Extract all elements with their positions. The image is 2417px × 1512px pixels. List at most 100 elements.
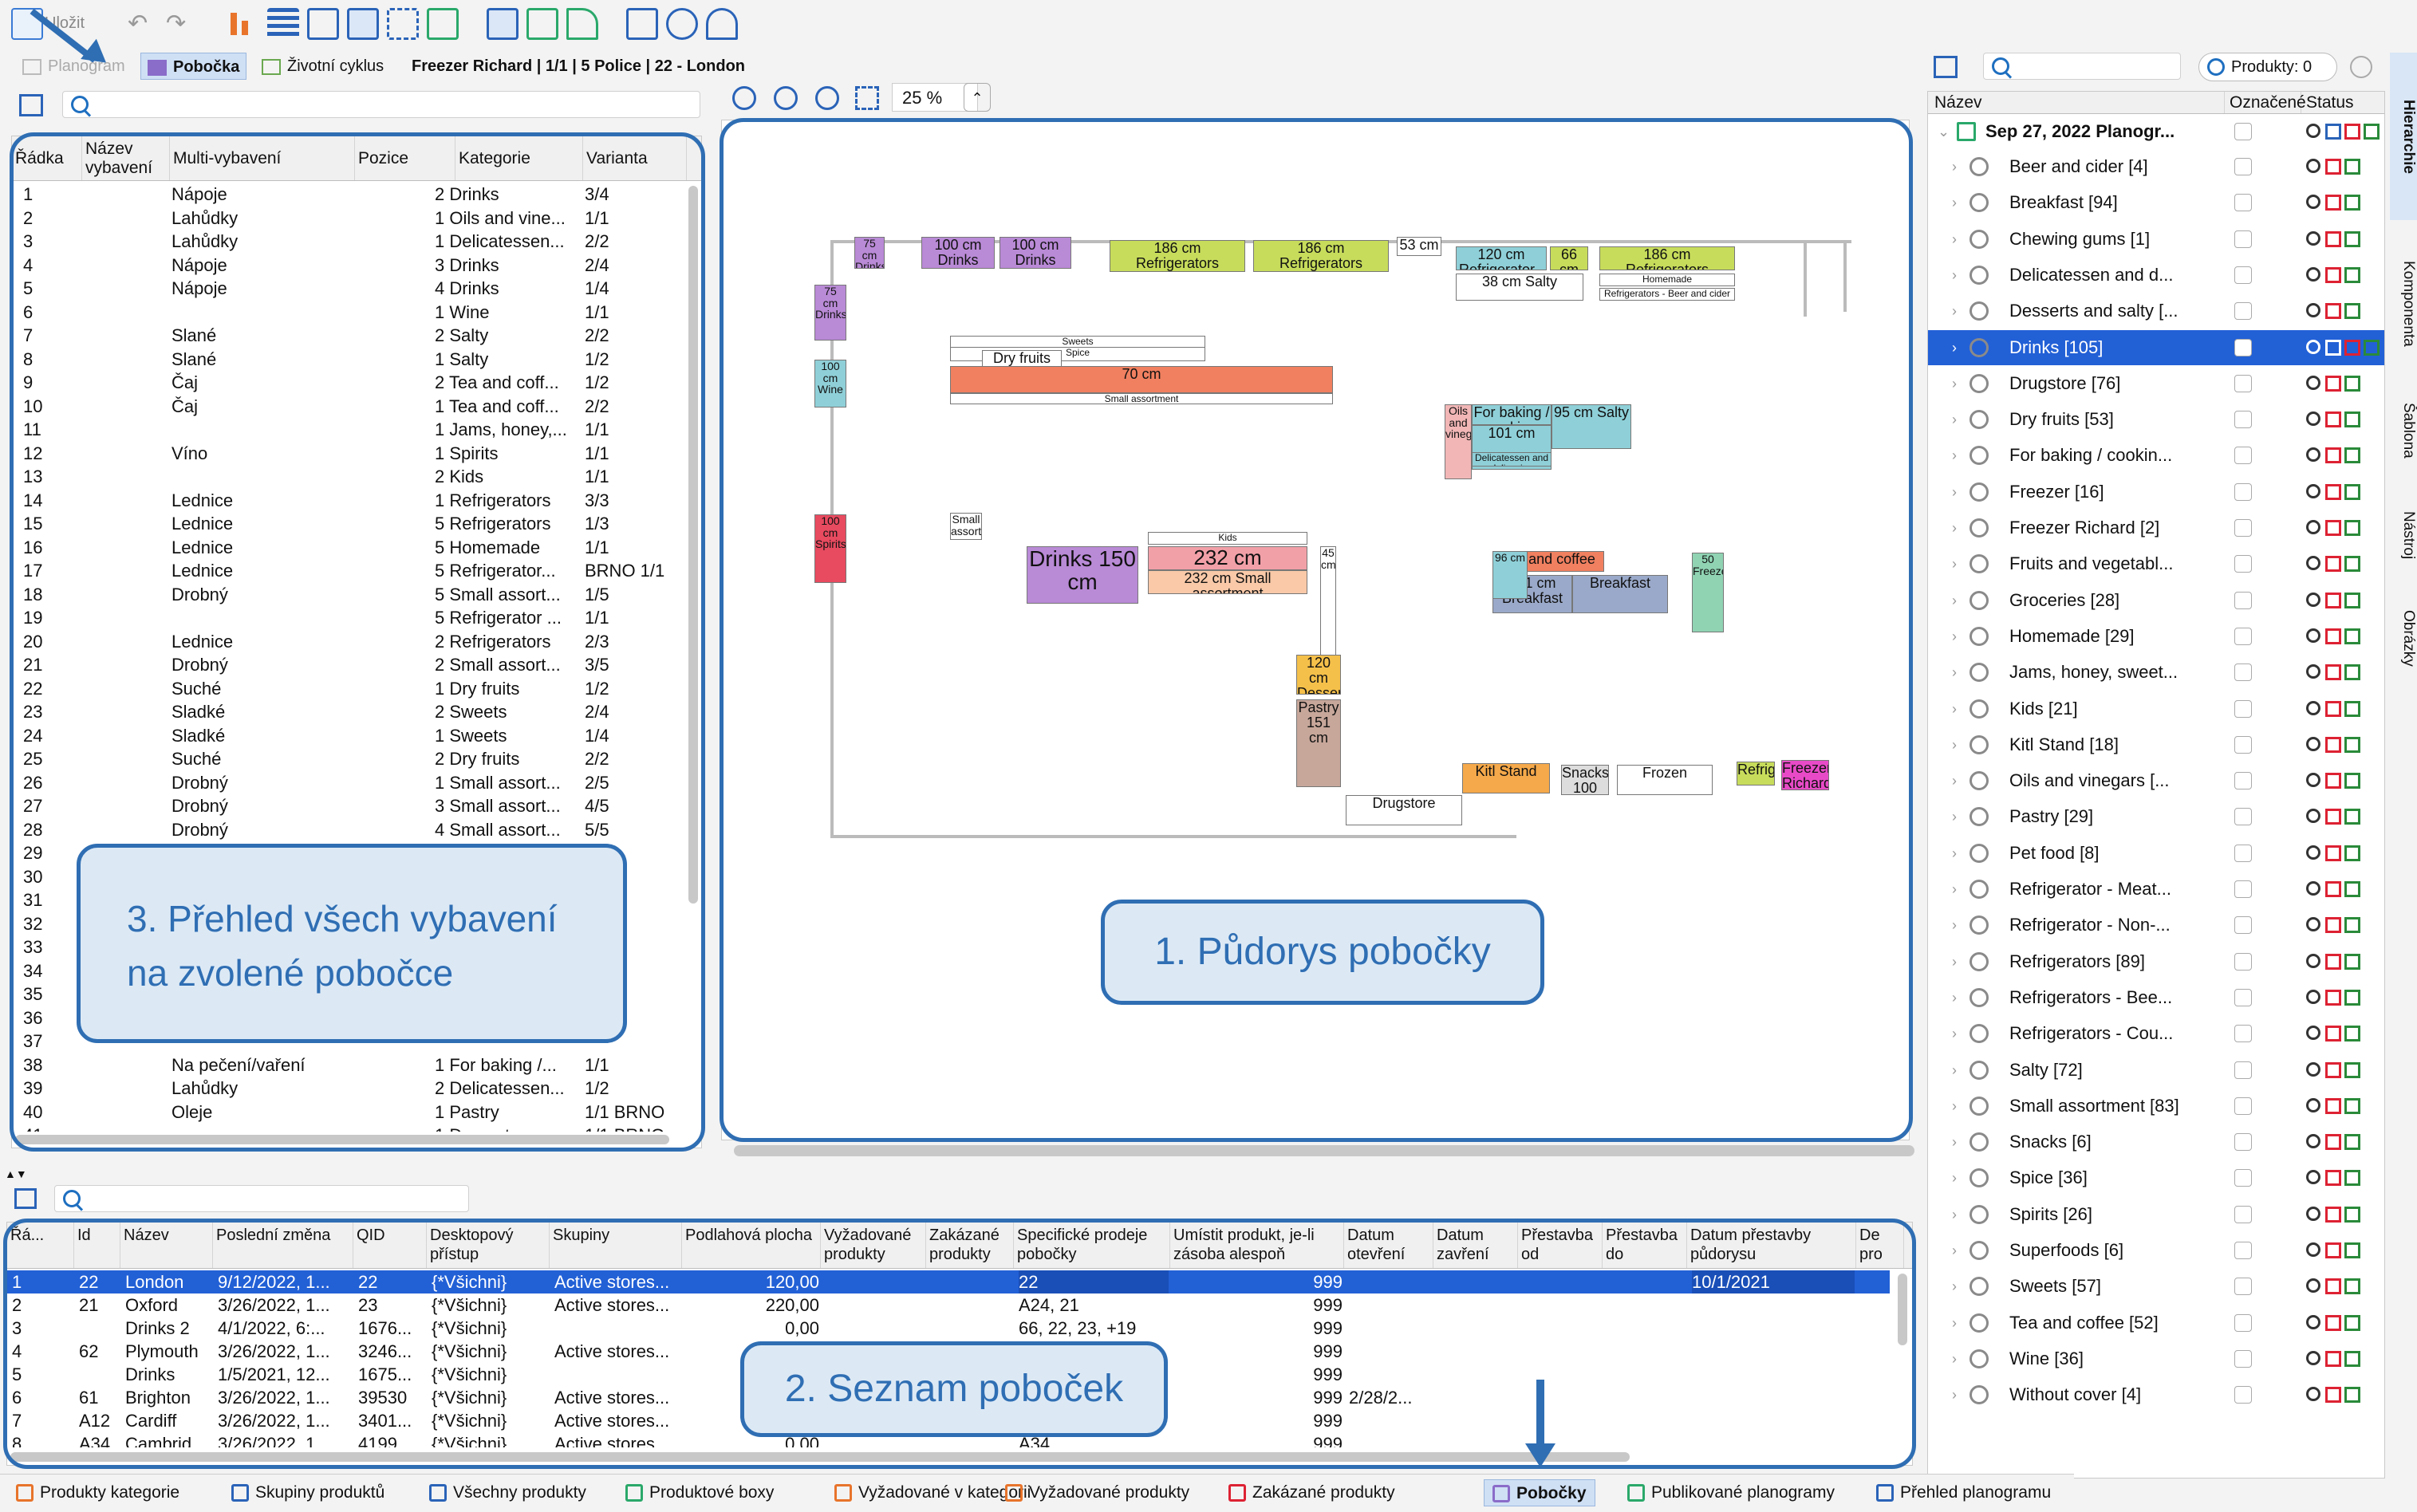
marked-checkbox[interactable]: [2234, 591, 2252, 609]
products-filter-button[interactable]: Produkty: 0: [2198, 53, 2337, 81]
marked-checkbox[interactable]: [2234, 411, 2252, 429]
tree-item[interactable]: › Delicatessen and d...: [1928, 258, 2384, 293]
chevron-icon[interactable]: ⌄: [1938, 114, 1950, 149]
tree-item[interactable]: › Sweets [57]: [1928, 1269, 2384, 1304]
branches-search-input[interactable]: [54, 1185, 469, 1212]
tree-item[interactable]: › Spirits [26]: [1928, 1197, 2384, 1232]
tree-item[interactable]: › Chewing gums [1]: [1928, 222, 2384, 257]
tree-item[interactable]: › Superfoods [6]: [1928, 1233, 2384, 1268]
chevron-icon[interactable]: ›: [1952, 258, 1957, 293]
rows-icon[interactable]: [267, 8, 299, 40]
tree-item[interactable]: › Freezer [16]: [1928, 474, 2384, 510]
zoom-out-icon[interactable]: [774, 86, 798, 110]
marked-checkbox[interactable]: [2234, 158, 2252, 175]
chevron-icon[interactable]: ›: [1952, 1269, 1957, 1304]
bottom-tab[interactable]: Zakázané produkty: [1228, 1479, 1395, 1506]
marked-checkbox[interactable]: [2234, 772, 2252, 790]
tree-item[interactable]: › For baking / cookin...: [1928, 438, 2384, 473]
marked-checkbox[interactable]: [2234, 1278, 2252, 1296]
tab-planogram[interactable]: Planogram: [22, 53, 125, 80]
chevron-icon[interactable]: ›: [1952, 799, 1957, 834]
tree-item[interactable]: › Tea and coffee [52]: [1928, 1305, 2384, 1341]
tree-item[interactable]: › Drinks [105]: [1928, 329, 2384, 365]
chevron-icon[interactable]: ›: [1952, 763, 1957, 798]
tree-item[interactable]: › Kids [21]: [1928, 691, 2384, 726]
marked-checkbox[interactable]: [2234, 302, 2252, 321]
marked-checkbox[interactable]: [2234, 880, 2252, 898]
bottom-tab[interactable]: Vyžadované v kategorii: [834, 1479, 1031, 1506]
table-icon[interactable]: [626, 8, 658, 40]
marked-checkbox[interactable]: [2234, 627, 2252, 645]
marked-checkbox[interactable]: [2234, 1025, 2252, 1043]
chevron-icon[interactable]: ›: [1952, 402, 1957, 437]
marked-checkbox[interactable]: [2234, 1349, 2252, 1368]
tree-item[interactable]: › Without cover [4]: [1928, 1377, 2384, 1412]
right-search-input[interactable]: [1983, 53, 2181, 80]
side-tab-hierarchy[interactable]: Hierarchie: [2390, 53, 2417, 220]
chevron-icon[interactable]: ›: [1952, 619, 1957, 654]
marked-checkbox[interactable]: [2234, 1242, 2252, 1259]
marked-checkbox[interactable]: [2234, 266, 2252, 284]
side-tab-template[interactable]: Šablona: [2390, 383, 2417, 478]
fit-to-screen-icon[interactable]: [855, 86, 879, 110]
chevron-icon[interactable]: ›: [1952, 1089, 1957, 1124]
tree-item[interactable]: › Drugstore [76]: [1928, 366, 2384, 401]
bottom-tab[interactable]: Všechny produkty: [429, 1479, 586, 1506]
tree-item[interactable]: › Breakfast [94]: [1928, 185, 2384, 220]
planogram-icon[interactable]: [487, 8, 518, 40]
col-status[interactable]: Status: [2301, 92, 2386, 113]
tree-item[interactable]: › Wine [36]: [1928, 1341, 2384, 1376]
chevron-icon[interactable]: ›: [1952, 655, 1957, 690]
bottom-tab[interactable]: Produktové boxy: [625, 1479, 774, 1506]
chevron-icon[interactable]: ›: [1952, 1016, 1957, 1051]
tab-lifecycle[interactable]: Životní cyklus: [262, 53, 384, 80]
chevron-icon[interactable]: ›: [1952, 583, 1957, 618]
tree-item[interactable]: › Beer and cider [4]: [1928, 149, 2384, 184]
chevron-icon[interactable]: ›: [1952, 1377, 1957, 1412]
marked-checkbox[interactable]: [2234, 699, 2252, 718]
chevron-icon[interactable]: ›: [1952, 185, 1957, 220]
clear-filter-icon[interactable]: [2350, 56, 2372, 78]
tree-item[interactable]: › Fruits and vegetabl...: [1928, 546, 2384, 581]
bottom-tab[interactable]: Vyžadované produkty: [1005, 1479, 1189, 1506]
side-tab-component[interactable]: Komponenta: [2390, 236, 2417, 372]
bottom-tab[interactable]: Produkty kategorie: [16, 1479, 179, 1506]
bottom-tab[interactable]: Přehled planogramu: [1876, 1479, 2051, 1506]
marked-checkbox[interactable]: [2234, 808, 2252, 826]
branches-table-icon[interactable]: [14, 1188, 37, 1209]
col-marked[interactable]: Označené: [2225, 92, 2306, 113]
home-icon[interactable]: [566, 8, 598, 40]
tree-item[interactable]: › Pastry [29]: [1928, 799, 2384, 834]
tree-item[interactable]: › Snacks [6]: [1928, 1124, 2384, 1160]
marked-checkbox[interactable]: [2234, 1097, 2252, 1115]
chevron-icon[interactable]: ›: [1952, 1197, 1957, 1232]
marked-checkbox[interactable]: [2234, 952, 2252, 971]
zoom-stepper[interactable]: ⌃: [964, 83, 991, 112]
columns-icon[interactable]: [307, 8, 339, 40]
tree-item[interactable]: › Desserts and salty [...: [1928, 293, 2384, 329]
chevron-icon[interactable]: ›: [1952, 944, 1957, 979]
floor-plan-scrollbar[interactable]: [734, 1145, 1914, 1156]
marked-checkbox[interactable]: [2234, 338, 2252, 356]
marked-checkbox[interactable]: [2234, 519, 2252, 537]
side-tab-images[interactable]: Obrázky: [2390, 590, 2417, 686]
chevron-icon[interactable]: ›: [1952, 330, 1957, 365]
chevron-icon[interactable]: ›: [1952, 1341, 1957, 1376]
left-search-input[interactable]: [62, 91, 700, 118]
tree-item[interactable]: › Kitl Stand [18]: [1928, 727, 2384, 762]
shelves-icon[interactable]: [526, 8, 558, 40]
tree-item[interactable]: › Dry fruits [53]: [1928, 402, 2384, 437]
marked-checkbox[interactable]: [2234, 1313, 2252, 1332]
chevron-icon[interactable]: ›: [1952, 366, 1957, 401]
zoom-in-icon[interactable]: [732, 86, 756, 110]
bottom-tab[interactable]: Publikované planogramy: [1627, 1479, 1835, 1506]
store-icon[interactable]: [706, 8, 738, 40]
chevron-icon[interactable]: ›: [1952, 1160, 1957, 1195]
marked-checkbox[interactable]: [2234, 1061, 2252, 1079]
undo-icon[interactable]: ↶: [128, 8, 160, 40]
tree-item[interactable]: › Small assortment [83]: [1928, 1089, 2384, 1124]
chevron-icon[interactable]: ›: [1952, 149, 1957, 184]
col-name[interactable]: Název: [1928, 92, 2225, 113]
camera-icon[interactable]: [347, 8, 379, 40]
marked-checkbox[interactable]: [2234, 988, 2252, 1006]
